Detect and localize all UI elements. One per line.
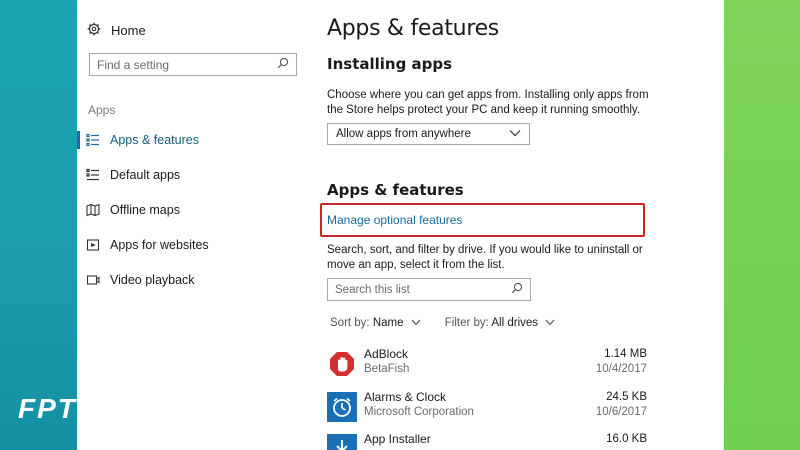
app-installer-icon [327,434,357,450]
apps-features-section-title: Apps & features [327,181,464,199]
filter-by-control[interactable]: Filter by: All drives [445,317,556,329]
app-size: 24.5 KB [606,391,647,403]
app-name: App Installer [364,432,431,446]
left-decorative-band [0,0,77,450]
sidebar: Home Find a setting Apps Apps & features… [77,0,317,450]
search-icon [277,57,289,72]
list-item[interactable]: App Installer 16.0 KB [327,432,647,450]
nav-home[interactable]: Home [87,20,146,40]
sidebar-item-label: Apps for websites [110,238,209,252]
map-icon [86,203,108,217]
logo-domain: .com.vn [112,408,141,417]
sidebar-item-label: Apps & features [110,133,199,147]
list-item[interactable]: Alarms & Clock Microsoft Corporation 24.… [327,390,647,424]
default-apps-icon [86,168,108,182]
sidebar-item-apps-for-websites[interactable]: Apps for websites [77,234,317,256]
find-setting-input[interactable]: Find a setting [89,53,297,76]
sort-by-label: Sort by: [330,317,370,330]
list-filters: Sort by: Name Filter by: All drives [330,317,555,329]
main-content: Apps & features Installing apps Choose w… [320,0,717,450]
manage-optional-features-link[interactable]: Manage optional features [327,213,462,227]
web-icon [86,238,108,252]
app-date: 10/6/2017 [595,406,647,418]
page-title: Apps & features [327,16,499,41]
list-icon [86,133,108,147]
sidebar-item-label: Offline maps [110,203,180,217]
adblock-icon [327,349,357,379]
app-source-dropdown[interactable]: Allow apps from anywhere [327,123,530,145]
apps-features-description: Search, sort, and filter by drive. If yo… [327,244,643,271]
logo-shop: Shop [82,404,113,418]
installing-apps-description: Choose where you can get apps from. Inst… [327,89,649,116]
sidebar-item-default-apps[interactable]: Default apps [77,164,317,186]
installing-apps-title: Installing apps [327,55,453,73]
app-publisher: Microsoft Corporation [364,406,474,418]
search-list-placeholder: Search this list [335,283,410,296]
fpt-shop-logo: FPT Shop.com.vn [18,388,141,424]
logo-brand: FPT [18,393,77,424]
app-publisher: BetaFish [364,363,410,375]
chevron-down-icon [509,128,521,140]
alarm-clock-icon [327,392,357,422]
nav-section-apps: Apps [88,103,116,117]
sidebar-item-video-playback[interactable]: Video playback [77,269,317,291]
app-date: 10/4/2017 [595,363,647,375]
app-source-value: Allow apps from anywhere [336,128,471,140]
sidebar-item-label: Video playback [110,273,195,287]
chevron-down-icon [545,317,555,329]
sort-by-value: Name [372,317,404,330]
list-item[interactable]: AdBlock BetaFish 1.14 MB 10/4/2017 [327,347,647,381]
app-size: 1.14 MB [604,348,647,360]
search-list-input[interactable]: Search this list [327,278,531,301]
nav-home-label: Home [111,22,146,38]
filter-by-value: All drives [491,317,539,330]
settings-window: Home Find a setting Apps Apps & features… [77,0,724,450]
search-icon [511,282,523,297]
app-name: AdBlock [364,347,409,361]
filter-by-label: Filter by: [444,317,489,330]
chevron-down-icon [411,317,421,329]
right-decorative-band [724,0,800,450]
app-size: 16.0 KB [606,433,647,445]
sort-by-control[interactable]: Sort by: Name [330,317,421,329]
app-name: Alarms & Clock [364,390,447,404]
sidebar-item-label: Default apps [110,168,181,182]
video-icon [86,273,108,287]
sidebar-item-offline-maps[interactable]: Offline maps [77,199,317,221]
find-setting-placeholder: Find a setting [97,57,170,72]
gear-icon [87,22,101,39]
sidebar-item-apps-features[interactable]: Apps & features [77,129,317,151]
